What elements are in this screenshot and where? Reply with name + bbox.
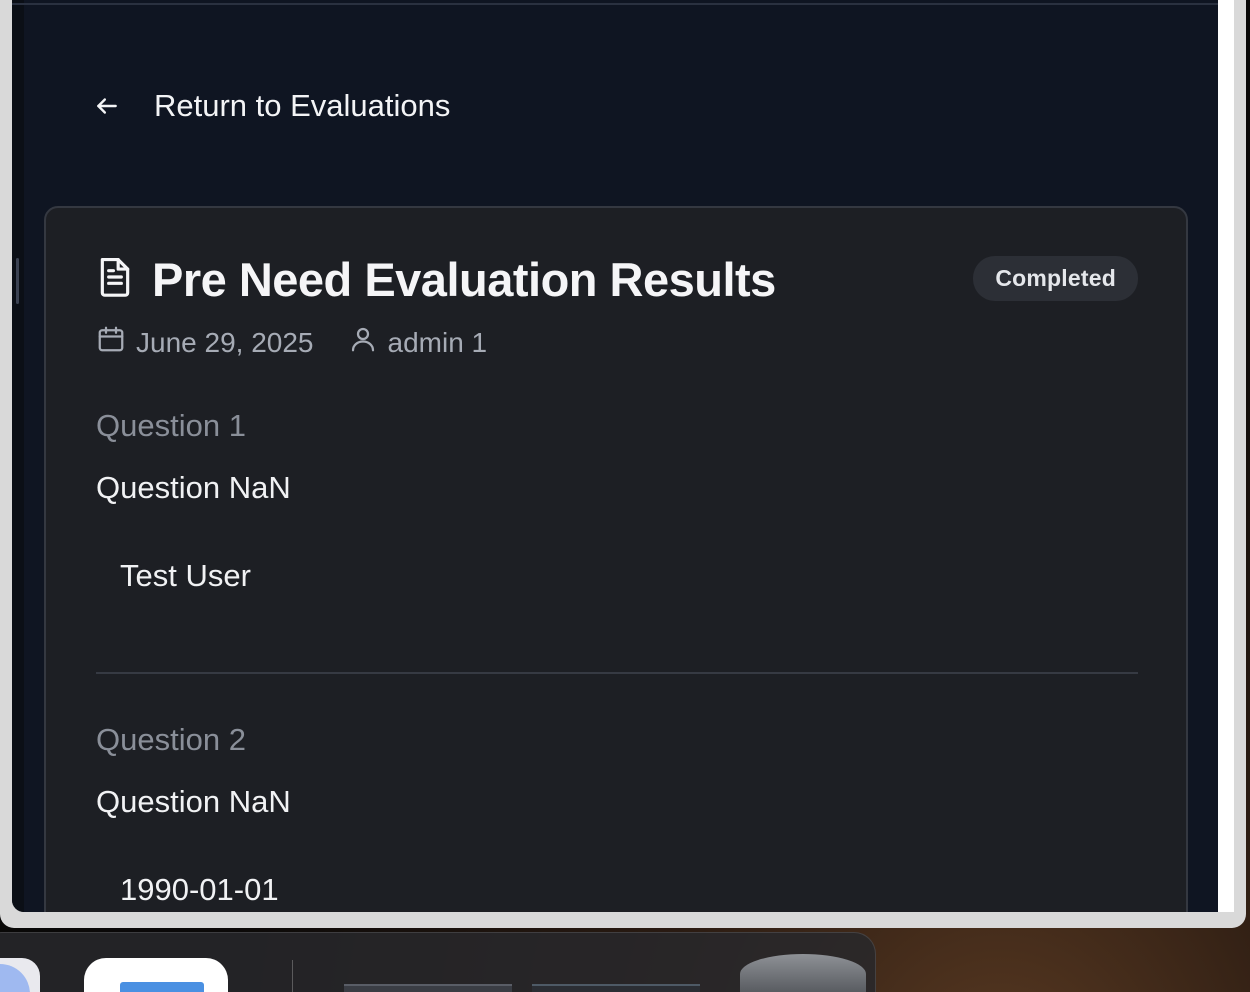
evaluation-author: admin 1 (387, 326, 488, 358)
user-icon (348, 324, 378, 361)
date-meta: June 29, 2025 (96, 324, 314, 361)
desktop: Return to Evaluations Pre Need Evaluatio… (0, 0, 1250, 992)
evaluation-date: June 29, 2025 (136, 326, 314, 358)
calendar-icon (96, 324, 126, 361)
document-icon (96, 256, 134, 303)
app-window: Return to Evaluations Pre Need Evaluatio… (12, 0, 1234, 912)
return-link-label: Return to Evaluations (154, 88, 451, 123)
page-title: Pre Need Evaluation Results (152, 253, 776, 306)
trash-icon[interactable] (740, 954, 866, 992)
question-text: Question NaN (96, 784, 291, 819)
dock-minimized-window[interactable] (344, 984, 512, 992)
evaluation-results-card: Pre Need Evaluation Results Completed Ju… (44, 206, 1188, 912)
question-number: Question 2 (96, 722, 246, 757)
question-answer: Test User (120, 558, 251, 593)
arrow-left-icon (94, 93, 120, 119)
question-number: Question 1 (96, 408, 246, 443)
window-right-edge (1218, 0, 1234, 912)
window-preview-icon (120, 982, 204, 992)
status-badge: Completed (973, 256, 1138, 301)
meta-row: June 29, 2025 admin 1 (96, 324, 487, 361)
question-item: Question 2 Question NaN 1990-01-01 (96, 722, 1138, 908)
question-answer: 1990-01-01 (120, 872, 279, 907)
author-meta: admin 1 (348, 324, 488, 361)
window-left-edge (12, 0, 24, 912)
question-text: Question NaN (96, 470, 291, 505)
question-divider (96, 672, 1138, 674)
return-to-evaluations-link[interactable]: Return to Evaluations (94, 88, 450, 124)
card-header: Pre Need Evaluation Results (96, 252, 776, 307)
dock-minimized-window[interactable] (532, 984, 700, 992)
resize-handle[interactable] (16, 258, 19, 304)
dock-separator (292, 960, 293, 992)
header-divider (12, 3, 1218, 5)
question-item: Question 1 Question NaN Test User (96, 408, 1138, 594)
